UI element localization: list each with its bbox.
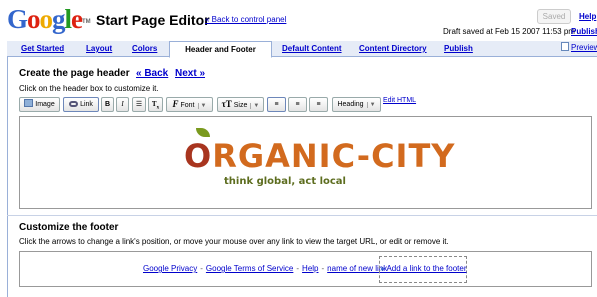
bullet-list-icon: ☰ — [135, 101, 143, 108]
font-size-icon: τT — [221, 99, 232, 109]
chevron-down-icon: ▼ — [250, 103, 260, 109]
draft-status: Draft saved at Feb 15 2007 11:53 pm — [443, 27, 575, 36]
editor-toolbar: Image Link B I ☰ Tx F Font ▼ τT Size ▼ ≡ ≡… — [19, 97, 592, 113]
edit-html-link[interactable]: Edit HTML — [383, 97, 416, 104]
saved-button[interactable]: Saved — [537, 9, 571, 24]
preview-link[interactable]: Preview — [571, 43, 597, 52]
page-title: Start Page Editor — [96, 12, 210, 28]
align-center-icon: ≡ — [295, 101, 300, 108]
font-dropdown[interactable]: F Font ▼ — [166, 97, 213, 112]
google-logo: GoogleTM — [7, 4, 91, 34]
align-left-icon: ≡ — [274, 101, 279, 108]
add-footer-link[interactable]: » Add a link to the footer — [380, 264, 467, 273]
bold-button[interactable]: B — [101, 97, 114, 112]
insert-link-button[interactable]: Link — [63, 97, 99, 112]
next-link[interactable]: Next » — [175, 68, 205, 79]
clear-format-button[interactable]: Tx — [148, 97, 163, 112]
header-section-title: Create the page header — [19, 68, 130, 79]
size-dropdown[interactable]: τT Size ▼ — [217, 97, 264, 112]
align-left-button[interactable]: ≡ — [267, 97, 286, 112]
footer-hint: Click the arrows to change a link's posi… — [19, 237, 449, 246]
tab-header-and-footer[interactable]: Header and Footer — [169, 41, 272, 58]
link-icon — [69, 101, 79, 107]
footer-section-title: Customize the footer — [19, 222, 119, 233]
heading-dropdown[interactable]: Heading ▼ — [332, 97, 381, 112]
footer-link-google-privacy[interactable]: Google Privacy — [143, 264, 197, 273]
footer-link-terms-of-service[interactable]: Google Terms of Service — [206, 264, 293, 273]
align-right-icon: ≡ — [316, 101, 321, 108]
logo-tagline: think global, act local — [224, 176, 346, 187]
align-center-button[interactable]: ≡ — [288, 97, 307, 112]
link-separator: - — [296, 264, 300, 273]
clear-format-icon: Tx — [151, 100, 160, 111]
trademark-mark: TM — [82, 19, 91, 25]
italic-button[interactable]: I — [116, 97, 129, 112]
back-to-control-panel-link[interactable]: « Back to control panel — [205, 15, 286, 24]
chevron-down-icon: ▼ — [197, 103, 207, 109]
chevron-down-icon: ▼ — [366, 102, 376, 108]
tab-default-content[interactable]: Default Content — [282, 41, 342, 57]
font-icon: F — [172, 99, 179, 109]
section-divider — [7, 215, 597, 216]
publish-link[interactable]: Publish — [571, 27, 597, 36]
align-right-button[interactable]: ≡ — [309, 97, 328, 112]
image-icon — [24, 99, 34, 107]
tab-layout[interactable]: Layout — [86, 41, 112, 57]
help-link[interactable]: Help — [579, 12, 596, 21]
bullet-list-button[interactable]: ☰ — [132, 97, 146, 112]
tab-content-directory[interactable]: Content Directory — [359, 41, 427, 57]
add-link-to-footer-link[interactable]: Add a link to the footer — [386, 264, 466, 273]
link-separator: - — [200, 264, 203, 273]
insert-image-button[interactable]: Image — [19, 97, 60, 112]
back-link[interactable]: « Back — [136, 68, 168, 79]
preview-control[interactable]: Preview — [561, 42, 597, 52]
footer-link-help[interactable]: Help — [302, 264, 318, 273]
tab-colors[interactable]: Colors — [132, 41, 157, 57]
tab-get-started[interactable]: Get Started — [21, 41, 64, 57]
tab-publish[interactable]: Publish — [444, 41, 473, 57]
header-hint: Click on the header box to customize it. — [19, 84, 159, 93]
footer-links: Google Privacy - Google Terms of Service - H… — [143, 264, 387, 273]
double-arrow-icon: » — [380, 264, 385, 273]
tab-bar: Get Started Layout Colors Header and Foo… — [7, 41, 597, 58]
organic-city-logo[interactable]: ORGANIC-CITY — [184, 138, 455, 174]
link-separator: - — [321, 264, 325, 273]
preview-icon — [561, 42, 569, 51]
